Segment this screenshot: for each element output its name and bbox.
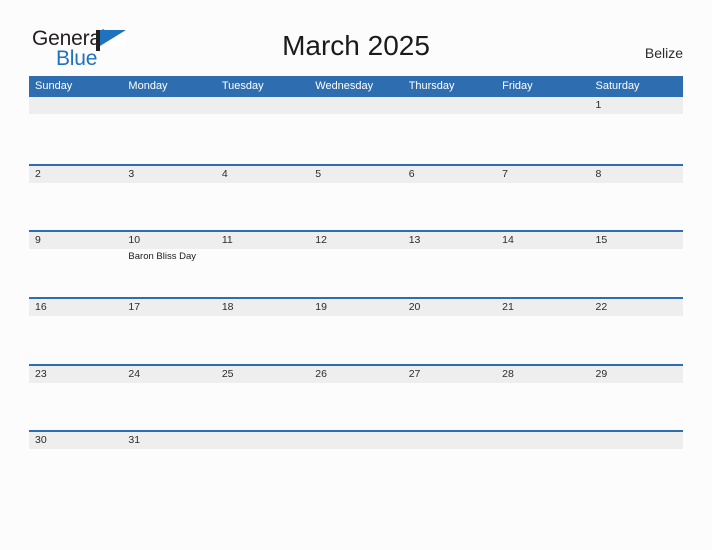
day-number: 16 — [35, 301, 47, 314]
calendar-day-cell[interactable]: 14 — [496, 232, 589, 297]
calendar-day-cell[interactable] — [216, 432, 309, 497]
day-number: 15 — [595, 234, 608, 247]
calendar-day-cell[interactable]: 30 — [29, 432, 122, 497]
calendar-week-row: 9 10 Baron Bliss Day 11 12 13 14 15 — [29, 230, 683, 297]
calendar-week-row: 16 17 18 19 20 21 22 — [29, 297, 683, 364]
day-number: 2 — [35, 167, 41, 180]
day-number: 19 — [315, 301, 327, 314]
day-number: 28 — [502, 367, 514, 380]
day-number: 21 — [502, 301, 514, 314]
calendar-day-cell[interactable] — [496, 432, 589, 497]
calendar-day-cell[interactable] — [403, 432, 496, 497]
page-title: March 2025 — [282, 30, 430, 61]
day-number: 30 — [35, 434, 47, 447]
day-event-label: Baron Bliss Day — [128, 251, 197, 263]
day-number: 20 — [408, 301, 421, 314]
calendar-day-cell[interactable]: 23 — [29, 366, 122, 431]
day-number: 8 — [595, 167, 602, 180]
calendar-day-cell[interactable]: 29 — [590, 366, 683, 431]
calendar-table: Sunday Monday Tuesday Wednesday Thursday… — [29, 76, 683, 497]
day-number: 24 — [128, 367, 141, 380]
calendar-day-cell[interactable]: 4 — [216, 166, 309, 231]
day-number: 22 — [595, 301, 608, 314]
weekday-friday: Friday — [502, 80, 533, 92]
weekday-header-row: Sunday Monday Tuesday Wednesday Thursday… — [29, 76, 683, 97]
calendar-day-cell[interactable] — [309, 97, 402, 164]
calendar-day-cell[interactable]: 6 — [403, 166, 496, 231]
day-number: 23 — [35, 367, 47, 380]
calendar-week-row: 1 — [29, 97, 683, 164]
calendar-day-cell[interactable]: 20 — [403, 299, 496, 364]
calendar-day-cell[interactable]: 28 — [496, 366, 589, 431]
weekday-saturday: Saturday — [595, 80, 640, 92]
calendar-day-cell[interactable]: 18 — [216, 299, 309, 364]
calendar-day-cell[interactable]: 19 — [309, 299, 402, 364]
calendar-day-cell[interactable] — [590, 432, 683, 497]
calendar-week-row: 30 31 — [29, 430, 683, 497]
day-number: 4 — [221, 167, 228, 180]
calendar-day-cell[interactable]: 1 — [590, 97, 683, 164]
calendar-day-cell[interactable]: 16 — [29, 299, 122, 364]
weekday-wednesday: Wednesday — [315, 80, 374, 92]
calendar-week-row: 23 24 25 26 27 28 29 — [29, 363, 683, 431]
calendar-day-cell[interactable]: 13 — [403, 232, 496, 297]
page-header: General Blue March 2025 Belize — [0, 0, 712, 76]
day-number: 10 — [128, 234, 141, 247]
calendar-week-row: 2 3 4 5 6 7 8 — [29, 163, 683, 231]
calendar-day-cell[interactable]: 8 — [590, 166, 683, 231]
calendar-day-cell[interactable]: 9 — [29, 232, 122, 297]
calendar-day-cell[interactable]: 21 — [496, 299, 589, 364]
calendar-day-cell[interactable]: 12 — [309, 232, 402, 297]
calendar-day-cell[interactable]: 22 — [590, 299, 683, 364]
calendar-day-cell[interactable] — [496, 97, 589, 164]
calendar-day-cell[interactable]: 5 — [309, 166, 402, 231]
day-number: 29 — [595, 367, 608, 380]
calendar-day-cell[interactable]: 10 Baron Bliss Day — [122, 232, 215, 297]
weekday-sunday: Sunday — [35, 80, 73, 92]
day-number: 7 — [502, 167, 508, 180]
weekday-tuesday: Tuesday — [221, 80, 264, 92]
calendar-day-cell[interactable]: 11 — [216, 232, 309, 297]
calendar-day-cell[interactable]: 31 — [122, 432, 215, 497]
day-number: 9 — [35, 234, 41, 247]
day-number: 26 — [315, 367, 327, 380]
calendar-day-cell[interactable]: 24 — [122, 366, 215, 431]
weekday-thursday: Thursday — [408, 80, 455, 92]
weekday-monday: Monday — [128, 80, 168, 92]
calendar-day-cell[interactable] — [309, 432, 402, 497]
calendar-day-cell[interactable]: 15 — [590, 232, 683, 297]
day-number: 13 — [408, 234, 421, 247]
calendar-day-cell[interactable] — [29, 97, 122, 164]
day-number: 17 — [128, 301, 141, 314]
calendar-page: General Blue March 2025 Belize Sunday Mo… — [0, 0, 712, 550]
day-number: 1 — [595, 99, 602, 111]
day-number: 11 — [221, 234, 233, 247]
calendar-day-cell[interactable]: 25 — [216, 366, 309, 431]
day-number: 3 — [128, 167, 135, 180]
day-number: 5 — [315, 167, 322, 180]
calendar-day-cell[interactable]: 2 — [29, 166, 122, 231]
region-label: Belize — [644, 45, 683, 61]
day-number: 25 — [221, 367, 234, 380]
day-number: 12 — [315, 234, 327, 247]
calendar-day-cell[interactable]: 7 — [496, 166, 589, 231]
calendar-day-cell[interactable]: 27 — [403, 366, 496, 431]
day-number: 31 — [128, 434, 141, 447]
calendar-day-cell[interactable] — [122, 97, 215, 164]
calendar-day-cell[interactable] — [216, 97, 309, 164]
day-number: 27 — [408, 367, 421, 380]
calendar-day-cell[interactable]: 26 — [309, 366, 402, 431]
calendar-day-cell[interactable]: 17 — [122, 299, 215, 364]
day-number: 18 — [221, 301, 234, 314]
calendar-day-cell[interactable]: 3 — [122, 166, 215, 231]
calendar-day-cell[interactable] — [403, 97, 496, 164]
day-number: 14 — [502, 234, 514, 247]
day-number: 6 — [408, 167, 415, 180]
calendar-weeks: 1 2 3 4 5 6 7 8 9 10 Baron Bliss Day 11 12 13 14 15 16 17… — [29, 97, 683, 497]
